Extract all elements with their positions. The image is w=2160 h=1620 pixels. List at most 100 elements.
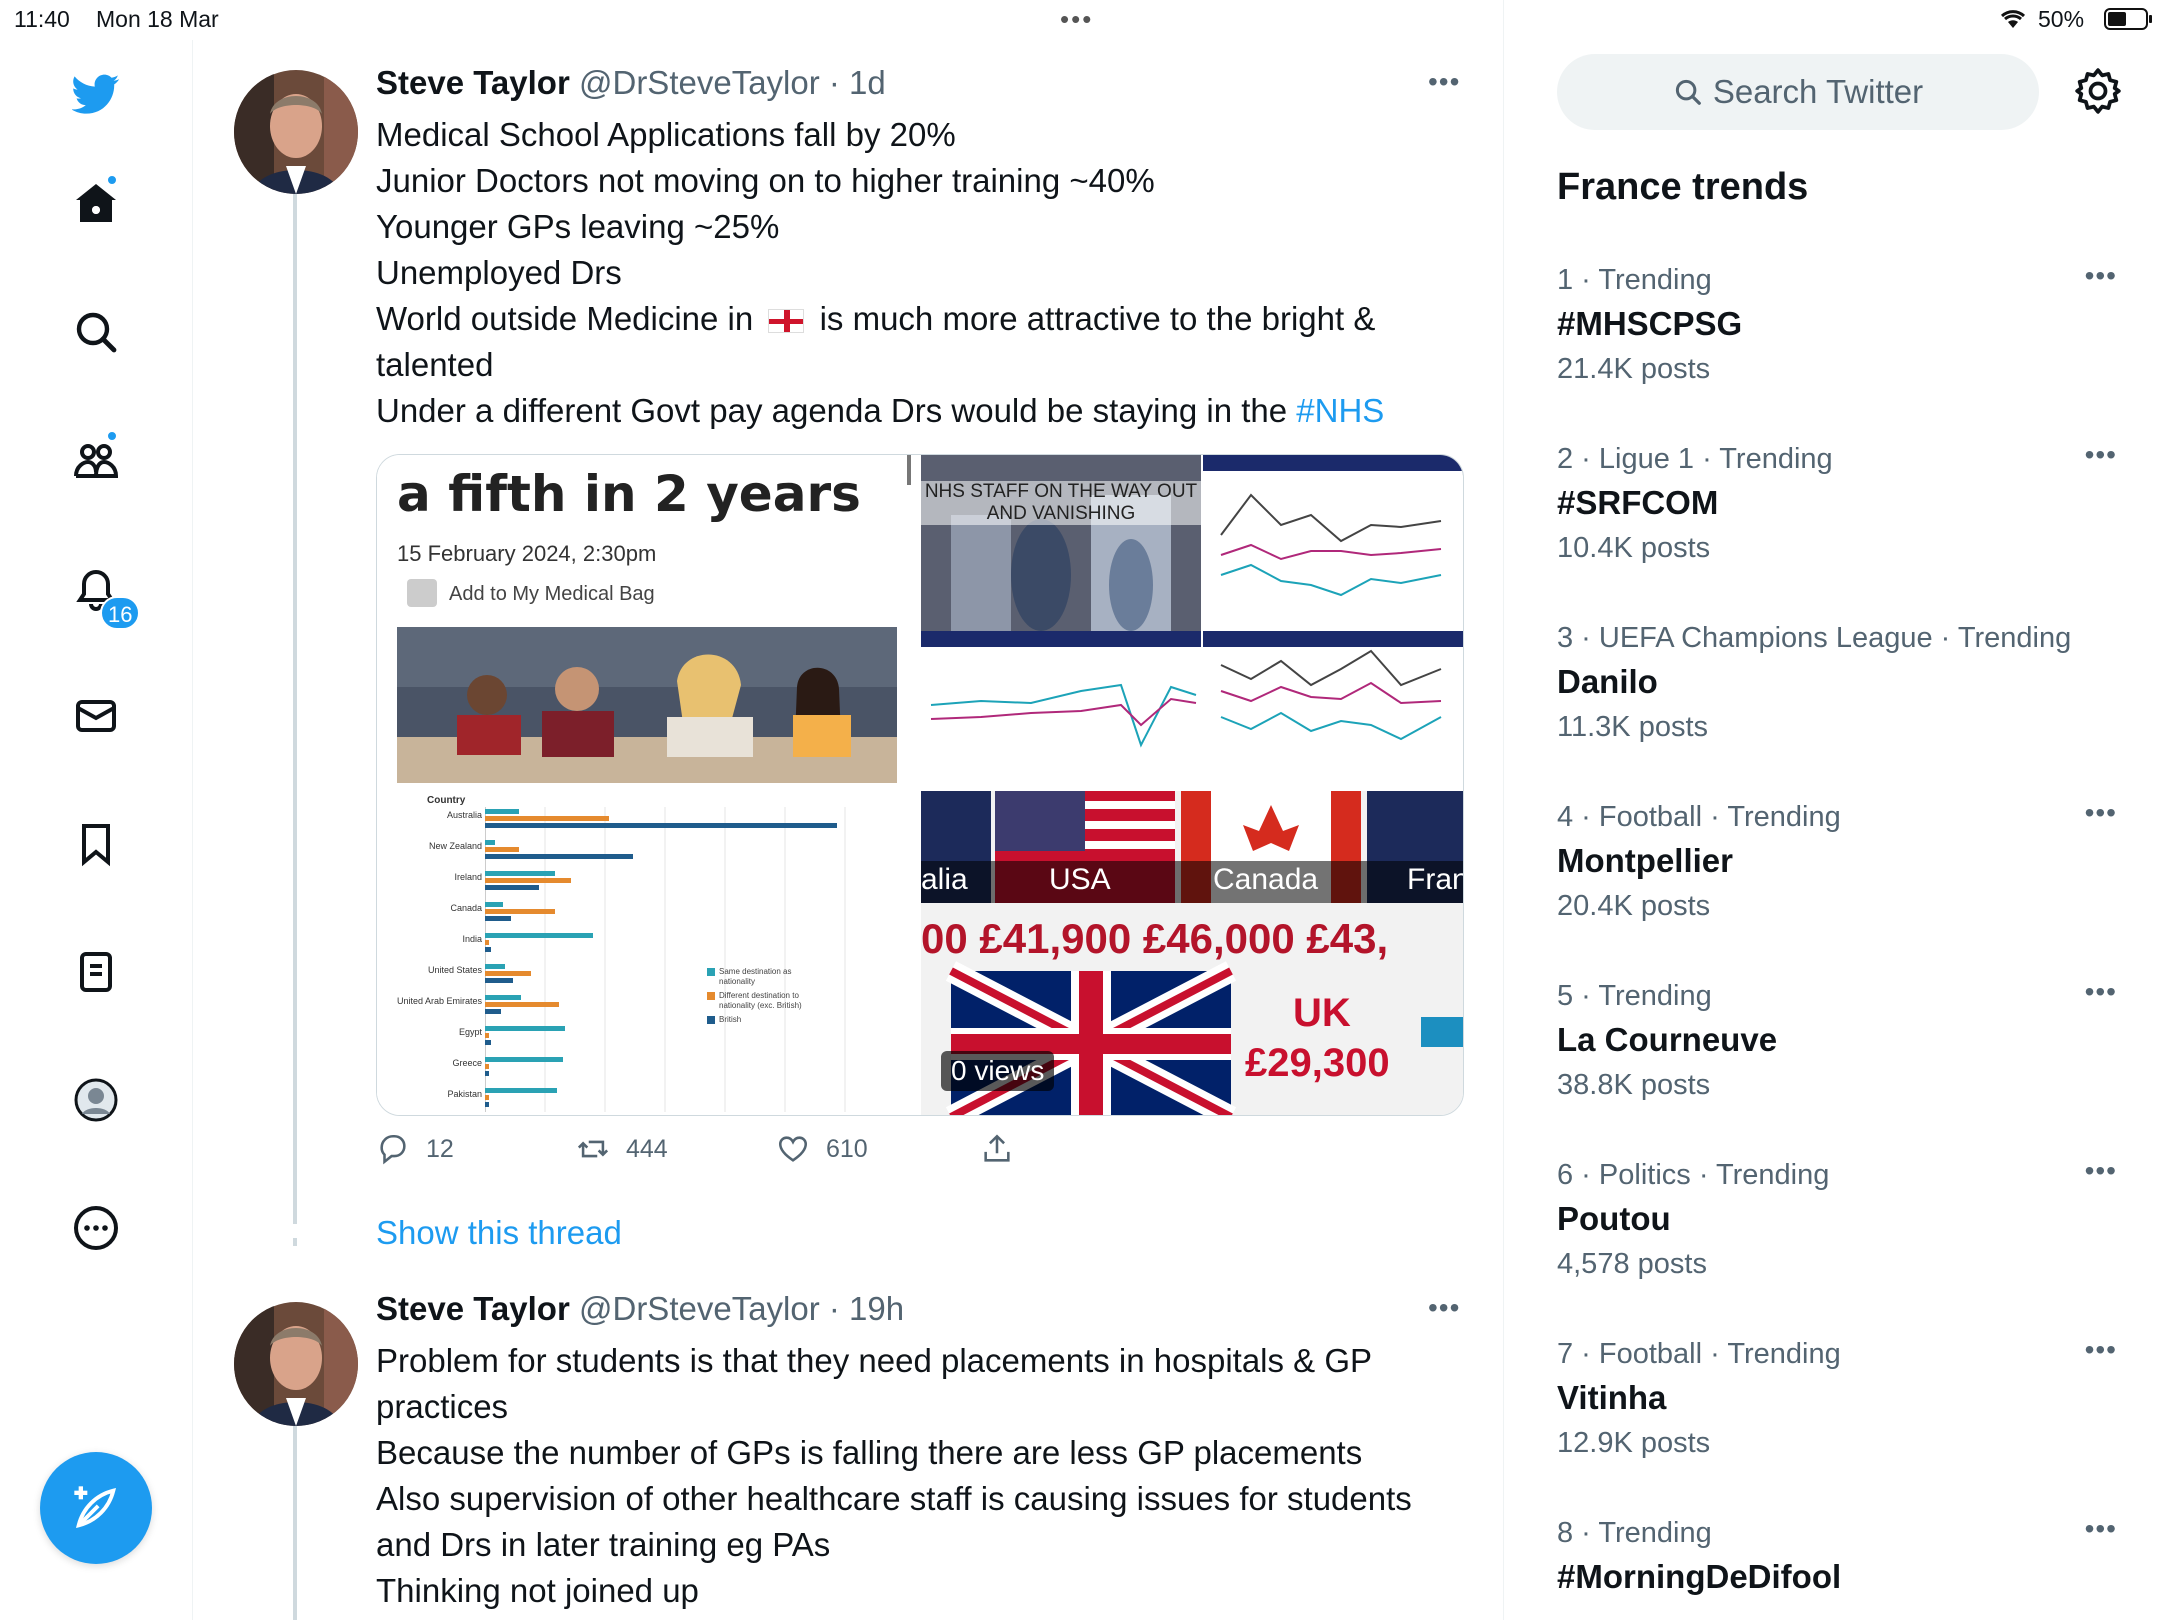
trend-meta: 5 · Trending — [1557, 980, 1712, 1012]
country-label: USA — [1049, 863, 1111, 896]
country-label: India — [462, 934, 482, 944]
profile-avatar-icon[interactable] — [66, 1070, 126, 1130]
author-name[interactable]: Steve Taylor — [376, 64, 570, 101]
trend-more-icon[interactable]: ••• — [2085, 1334, 2117, 1366]
reply-count: 12 — [426, 1134, 454, 1163]
nhs-caption: NHS STAFF ON THE WAY OUT AND VANISHING — [921, 481, 1201, 525]
twitter-logo-icon[interactable] — [66, 64, 126, 124]
trend-more-icon[interactable]: ••• — [2085, 976, 2117, 1008]
salary-values: 00 £41,900 £46,000 £43, — [921, 915, 1389, 962]
article-title: a fifth in 2 years — [397, 465, 861, 523]
tweet-line: Medical School Applications fall by 20% — [376, 116, 956, 153]
tweet-media-grid[interactable]: a fifth in 2 years 15 February 2024, 2:3… — [376, 454, 1464, 1116]
tweet-line: Because the number of GPs is falling the… — [376, 1434, 1363, 1471]
country-labels: alia USA Canada Fran — [921, 863, 1463, 903]
lists-icon[interactable] — [66, 942, 126, 1002]
author-handle[interactable]: @DrSteveTaylor — [579, 1290, 820, 1327]
trend-item[interactable]: 4 · Football · Trending Montpellier 20.4… — [1557, 797, 2117, 923]
messages-envelope-icon[interactable] — [66, 686, 126, 746]
tweet-header: Steve Taylor @DrSteveTaylor · 1d — [376, 64, 886, 101]
video-views-badge: 0 views — [941, 1051, 1055, 1091]
tweet-time[interactable]: 1d — [849, 64, 886, 101]
reply-button[interactable]: 12 — [376, 1132, 454, 1166]
notifications-badge: 16 — [100, 596, 141, 630]
tweet-line-part: Under a different Govt pay agenda Drs wo… — [376, 392, 1288, 429]
trend-more-icon[interactable]: ••• — [2085, 439, 2117, 471]
trend-more-icon[interactable]: ••• — [2085, 260, 2117, 292]
bookmarks-icon[interactable] — [66, 814, 126, 874]
heart-icon — [778, 1136, 808, 1162]
tweet-line: Under a different Govt pay agenda Drs wo… — [376, 388, 1456, 434]
trend-posts: 10.4K posts — [1557, 532, 1711, 564]
trend-item[interactable]: 3 · UEFA Champions League · Trending Dan… — [1557, 622, 2117, 744]
more-options-icon[interactable] — [66, 1198, 126, 1258]
reply-icon — [380, 1134, 406, 1165]
tweet-line: World outside Medicine in is much more a… — [376, 296, 1456, 342]
trend-meta: 4 · Football · Trending — [1557, 801, 1841, 833]
thread-connector-line — [293, 194, 297, 1224]
trend-item[interactable]: 8 · Trending #MorningDeDifool ••• — [1557, 1513, 2117, 1596]
trend-item[interactable]: 7 · Football · Trending Vitinha 12.9K po… — [1557, 1334, 2117, 1460]
tweet-line-part: World outside Medicine in — [376, 300, 754, 337]
status-time: 11:40 — [14, 6, 70, 32]
search-icon — [1675, 79, 1701, 105]
search-icon[interactable] — [66, 302, 126, 362]
communities-unread-dot — [106, 430, 118, 442]
trend-item[interactable]: 1 · Trending #MHSCPSG 21.4K posts ••• — [1557, 260, 2117, 386]
country-label: United States — [427, 965, 482, 975]
medical-bag-icon — [407, 579, 437, 607]
author-handle[interactable]: @DrSteveTaylor — [579, 64, 820, 101]
tweet-line: Problem for students is that they need p… — [376, 1342, 1373, 1379]
trend-meta: 6 · Politics · Trending — [1557, 1159, 1830, 1191]
tweet-more-icon[interactable]: ••• — [1428, 1292, 1460, 1324]
show-thread-link[interactable]: Show this thread — [376, 1214, 622, 1252]
country-label: Ireland — [454, 872, 482, 882]
uk-label: UK — [1293, 991, 1351, 1035]
trend-more-icon[interactable]: ••• — [2085, 1155, 2117, 1187]
trend-posts: 11.3K posts — [1557, 711, 1709, 743]
trend-meta: 3 · UEFA Champions League · Trending — [1557, 622, 2072, 654]
tweet-time[interactable]: 19h — [849, 1290, 904, 1327]
trend-meta: 7 · Football · Trending — [1557, 1338, 1841, 1370]
trend-topic: La Courneuve — [1557, 1021, 1778, 1058]
tweet-line: Thinking not joined up — [376, 1572, 699, 1609]
trend-item[interactable]: 5 · Trending La Courneuve 38.8K posts ••… — [1557, 976, 2117, 1102]
trend-more-icon[interactable]: ••• — [2085, 1513, 2117, 1545]
media-nhs-staff-charts[interactable]: NHS STAFF ON THE WAY OUT AND VANISHING — [921, 455, 1463, 786]
like-button[interactable]: 610 — [776, 1132, 868, 1166]
tweet-line: Junior Doctors not moving on to higher t… — [376, 162, 1155, 199]
avatar[interactable] — [234, 70, 358, 194]
media-destination-bar-chart[interactable]: Country Australia New Zealand Ireland Ca… — [377, 791, 916, 1115]
tweet-line: talented — [376, 346, 494, 383]
share-button[interactable] — [980, 1132, 1014, 1166]
tweet-more-icon[interactable]: ••• — [1428, 66, 1460, 98]
settings-gear-icon[interactable] — [2073, 66, 2123, 116]
retweet-icon — [577, 1140, 609, 1158]
retweet-button[interactable]: 444 — [576, 1132, 668, 1166]
trend-item[interactable]: 2 · Ligue 1 · Trending #SRFCOM 10.4K pos… — [1557, 439, 2117, 565]
thread-connector-line — [293, 1426, 297, 1620]
thread-gap-dot — [293, 1238, 297, 1246]
media-article-screenshot[interactable]: a fifth in 2 years 15 February 2024, 2:3… — [377, 455, 916, 786]
author-name[interactable]: Steve Taylor — [376, 1290, 570, 1327]
bar-chart-legend: Same destination as nationality Differen… — [707, 967, 817, 1025]
bar-chart-plot — [485, 807, 846, 1112]
hashtag-link[interactable]: #NHS — [1296, 392, 1384, 429]
tweet-line-part: is much more attractive to the bright & — [819, 300, 1376, 337]
trend-item[interactable]: 6 · Politics · Trending Poutou 4,578 pos… — [1557, 1155, 2117, 1281]
trend-topic: #SRFCOM — [1557, 484, 1719, 521]
trend-posts: 20.4K posts — [1557, 890, 1711, 922]
trend-posts: 38.8K posts — [1557, 1069, 1711, 1101]
country-label: Canada — [1213, 863, 1319, 896]
article-bag-link: Add to My Medical Bag — [449, 583, 655, 605]
england-flag-icon — [768, 309, 805, 334]
trend-more-icon[interactable]: ••• — [2085, 797, 2117, 829]
tweet-line: Also supervision of other healthcare sta… — [376, 1480, 1412, 1517]
trend-meta: 2 · Ligue 1 · Trending — [1557, 443, 1833, 475]
country-label: New Zealand — [428, 841, 482, 851]
compose-tweet-button[interactable] — [40, 1452, 152, 1564]
avatar[interactable] — [234, 1302, 358, 1426]
search-input[interactable]: Search Twitter — [1557, 54, 2039, 130]
retweet-count: 444 — [626, 1134, 668, 1163]
trends-title: France trends — [1557, 166, 1809, 208]
